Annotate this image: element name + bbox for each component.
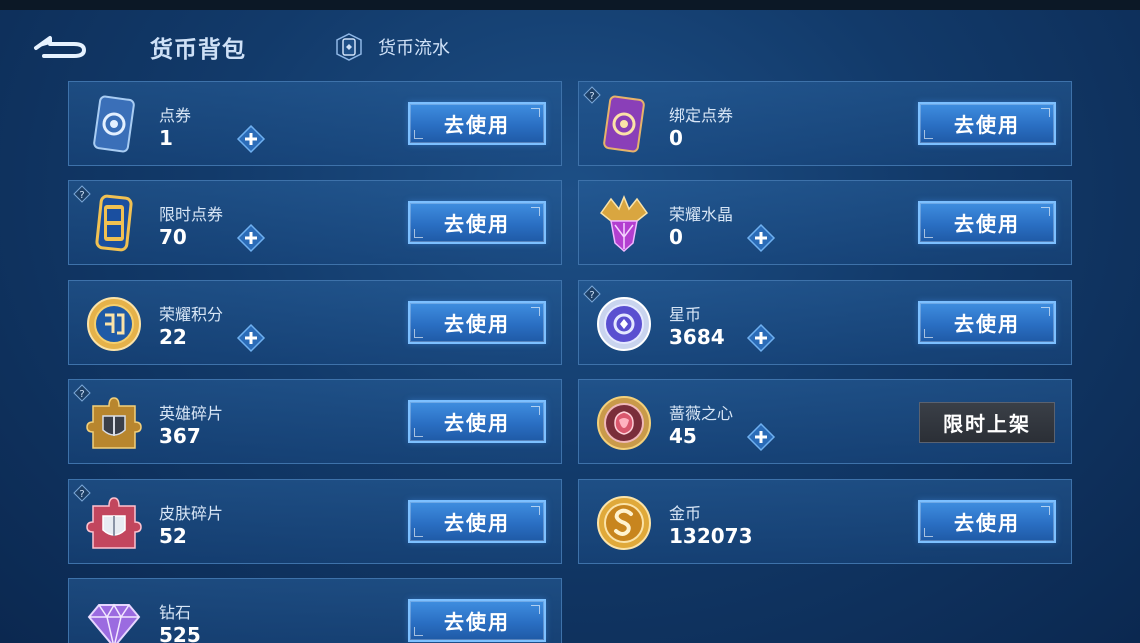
use-button[interactable]: 去使用 [408,102,546,145]
currency-name: 皮肤碎片 [159,504,224,523]
plus-icon[interactable] [236,223,266,253]
plus-icon[interactable] [236,124,266,154]
hero-fragment-icon [86,397,142,449]
currency-name: 金币 [669,504,702,523]
use-button[interactable]: 去使用 [408,500,546,543]
currency-amount: 45 [669,424,697,448]
rose-heart-icon [597,396,651,450]
currency-flow-label: 货币流水 [378,38,450,59]
currency-amount: 0 [669,126,683,150]
use-button[interactable]: 去使用 [408,301,546,344]
currency-amount: 132073 [669,524,753,548]
currency-amount: 52 [159,524,187,548]
currency-card-limited-voucher: ? 限时点券 70 去使用 [68,180,562,265]
star-coin-icon [597,297,651,351]
use-button[interactable]: 去使用 [408,201,546,244]
currency-amount: 367 [159,424,201,448]
currency-card-diamond: 钻石 525 去使用 [68,578,562,643]
currency-name: 绑定点券 [669,106,734,125]
currency-name: 限时点券 [159,205,224,224]
currency-card-bound-voucher: ? 绑定点券 0 去使用 [578,81,1072,166]
currency-card-gold-coin: 金币 132073 去使用 [578,479,1072,564]
back-button[interactable] [30,30,88,62]
plus-icon[interactable] [236,323,266,353]
currency-amount: 3684 [669,325,725,349]
glory-points-icon [87,297,141,351]
page-title: 货币背包 [150,37,246,63]
currency-card-skin-fragment: ? 皮肤碎片 52 去使用 [68,479,562,564]
voucher-card-icon [93,95,135,153]
currency-card-glory-points: 荣耀积分 22 去使用 [68,280,562,365]
currency-name: 星币 [669,305,702,324]
limited-voucher-icon [95,194,133,252]
use-button[interactable]: 去使用 [918,301,1056,344]
use-button[interactable]: 去使用 [918,201,1056,244]
plus-icon[interactable] [746,223,776,253]
currency-flow-tab[interactable]: 货币流水 [334,32,450,62]
currency-amount: 0 [669,225,683,249]
currency-name: 钻石 [159,603,192,622]
use-button[interactable]: 去使用 [918,102,1056,145]
currency-name: 荣耀水晶 [669,205,734,224]
glory-crystal-icon [599,195,649,253]
currency-amount: 1 [159,126,173,150]
top-strip [0,0,1140,10]
currency-amount: 525 [159,623,201,643]
bound-voucher-card-icon [603,95,645,153]
gold-coin-icon [597,496,651,550]
ledger-icon [336,33,362,61]
limited-release-badge: 限时上架 [919,402,1055,443]
header: 货币背包 货币流水 [0,10,1140,76]
currency-amount: 22 [159,325,187,349]
currency-card-voucher: 点券 1 去使用 [68,81,562,166]
currency-card-rose-heart: 蔷薇之心 45 限时上架 [578,379,1072,464]
use-button[interactable]: 去使用 [408,400,546,443]
currency-name: 英雄碎片 [159,404,224,423]
use-button[interactable]: 去使用 [918,500,1056,543]
currency-card-glory-crystal: 荣耀水晶 0 去使用 [578,180,1072,265]
currency-name: 点券 [159,106,192,125]
plus-icon[interactable] [746,323,776,353]
use-button[interactable]: 去使用 [408,599,546,642]
currency-name: 荣耀积分 [159,305,224,324]
diamond-icon [87,603,141,643]
plus-icon[interactable] [746,422,776,452]
skin-fragment-icon [86,497,142,549]
back-arrow-icon [34,36,86,58]
currency-amount: 70 [159,225,187,249]
currency-card-star-coin: ? 星币 3684 去使用 [578,280,1072,365]
currency-card-hero-fragment: ? 英雄碎片 367 去使用 [68,379,562,464]
currency-name: 蔷薇之心 [669,404,734,423]
